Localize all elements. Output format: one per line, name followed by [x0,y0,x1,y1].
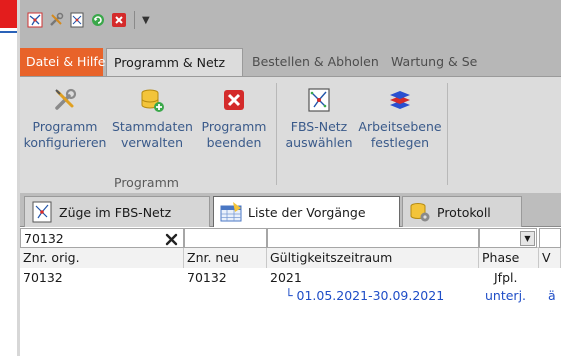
tab-liste-der-vorgaenge[interactable]: Liste der Vorgänge [213,196,400,227]
ribbon-panel: Programm konfigurieren Stammdaten verwal… [20,76,561,193]
column-header-v[interactable]: V [539,248,561,268]
cell-phase: Jfpl. [479,268,539,288]
button-label-line1: Programm [32,119,98,134]
tools-icon[interactable] [48,12,64,28]
arbeitsebene-festlegen-button[interactable]: Arbeitsebene festlegen [358,87,442,151]
button-label-line2: verwalten [120,135,184,150]
close-red-icon [221,87,247,113]
cell-sub-phase: unterj. [485,288,527,303]
refresh-icon[interactable] [90,12,106,28]
tab-label: Züge im FBS-Netz [59,204,172,220]
filter-znr-neu-input[interactable] [184,228,267,248]
network-map-icon [31,201,53,223]
tab-label: Liste der Vorgänge [248,204,366,220]
column-header-phase[interactable]: Phase [479,248,539,268]
filter-value: 70132 [24,231,64,246]
customize-dropdown-icon[interactable]: ▼ [142,15,150,26]
column-header-znr-orig[interactable]: Znr. orig. [20,248,184,268]
group-separator [276,83,277,185]
ribbon-tab-bar: Datei & Hilfe Programm & Netz Bestellen … [20,40,561,76]
filter-extra-input[interactable] [539,228,561,248]
stammdaten-verwalten-button[interactable]: Stammdaten verwalten [112,87,193,151]
clear-filter-icon[interactable] [165,232,179,246]
column-header-znr-neu[interactable]: Znr. neu [184,248,267,268]
group-label-programm: Programm [114,175,179,190]
chevron-down-icon[interactable]: ▼ [520,231,535,246]
button-label-line2: konfigurieren [23,135,107,150]
tab-bestellen-abholen[interactable]: Bestellen & Abholen [245,48,386,76]
cell-znr-neu: 70132 [184,268,267,288]
cell-gueltigkeit: 2021 [267,268,479,288]
toolbar-separator [134,11,135,29]
group-separator [447,83,448,185]
filter-znr-orig-input[interactable]: 70132 [20,228,184,248]
filter-gueltigkeit-input[interactable] [267,228,479,248]
tab-label: Protokoll [437,204,491,220]
external-window-edge [0,0,17,28]
tab-datei-hilfe[interactable]: Datei & Hilfe [20,48,105,76]
external-window-line [0,28,17,33]
quick-access-toolbar: ▼ [20,0,561,40]
tab-wartung[interactable]: Wartung & Se [384,48,484,76]
column-header-gueltigkeit[interactable]: Gültigkeitszeitraum [267,248,479,268]
application-window: ▼ Datei & Hilfe Programm & Netz Bestelle… [20,0,561,356]
document-tab-bar: Züge im FBS-Netz Liste der Vorgänge Prot… [20,193,561,227]
button-label-line1: Arbeitsebene [358,119,442,134]
database-add-icon [139,87,165,113]
tab-protokoll[interactable]: Protokoll [402,196,522,227]
programm-konfigurieren-button[interactable]: Programm konfigurieren [22,87,108,151]
tab-zuege-im-fbs-netz[interactable]: Züge im FBS-Netz [24,196,210,227]
calendar-table-icon [220,201,242,223]
programm-beenden-button[interactable]: Programm beenden [198,87,270,151]
cell-znr-orig: 70132 [20,268,184,288]
button-label-line1: Programm [201,119,267,134]
network-map-icon [306,87,332,113]
close-red-icon[interactable] [111,12,127,28]
database-gear-icon [409,201,431,223]
cell-sub-period: └ 01.05.2021-30.09.2021 [285,288,445,303]
wrench-screwdriver-icon [52,87,78,113]
filter-phase-select[interactable]: ▼ [479,228,537,248]
button-label-line2: auswählen [285,135,353,150]
button-label-line2: beenden [206,135,262,150]
cell-sub-extra: ä [548,288,556,303]
fbs-netz-auswaehlen-button[interactable]: FBS-Netz auswählen [282,87,356,151]
tab-programm-netz[interactable]: Programm & Netz [106,48,243,76]
button-label-line1: FBS-Netz [290,119,348,134]
network-icon[interactable] [27,12,43,28]
button-label-line2: festlegen [370,135,430,150]
document-icon[interactable] [69,12,85,28]
table-row[interactable]: 70132 70132 2021 Jfpl. └ 01.05.2021-30.0… [20,268,561,308]
vorgaenge-grid: 70132 ▼ Znr. orig. Znr. neu Gültigkeitsz… [20,228,561,308]
layers-icon [387,87,413,113]
button-label-line1: Stammdaten [112,119,193,134]
column-header-row: Znr. orig. Znr. neu Gültigkeitszeitraum … [20,248,561,268]
filter-row: 70132 ▼ [20,228,561,248]
